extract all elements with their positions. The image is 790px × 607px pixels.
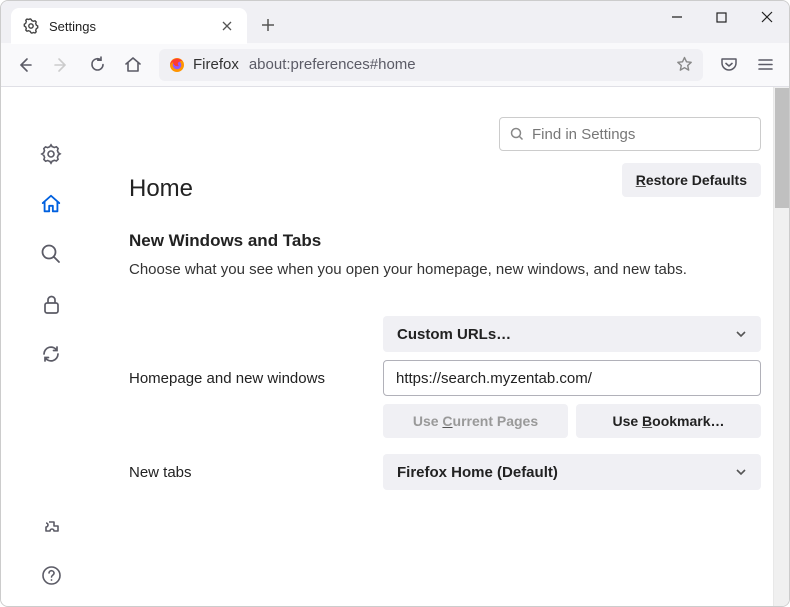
- newtabs-label: New tabs: [129, 464, 365, 481]
- search-sidebar-icon[interactable]: [40, 243, 62, 265]
- home-sidebar-icon[interactable]: [40, 193, 62, 215]
- dropdown-value: Firefox Home (Default): [397, 464, 558, 481]
- extensions-icon[interactable]: [40, 518, 62, 540]
- sync-icon[interactable]: [40, 343, 62, 365]
- window-controls: [654, 1, 789, 43]
- search-icon: [510, 127, 524, 141]
- close-tab-icon[interactable]: [219, 18, 235, 34]
- close-window-button[interactable]: [744, 1, 789, 33]
- section-description: Choose what you see when you open your h…: [129, 259, 761, 280]
- chevron-down-icon: [735, 466, 747, 478]
- pocket-button[interactable]: [713, 49, 745, 81]
- use-bookmark-button[interactable]: Use Bookmark…: [576, 404, 761, 438]
- chevron-down-icon: [735, 328, 747, 340]
- tab-label: Settings: [49, 19, 96, 34]
- back-button[interactable]: [9, 49, 41, 81]
- scrollbar-thumb[interactable]: [775, 88, 789, 208]
- url-text: about:preferences#home: [249, 56, 416, 73]
- homepage-url-input[interactable]: [383, 360, 761, 396]
- identity-label: Firefox: [193, 56, 239, 73]
- forward-button[interactable]: [45, 49, 77, 81]
- section-heading: New Windows and Tabs: [129, 231, 761, 251]
- restore-defaults-button[interactable]: Restore Defaults: [622, 163, 761, 197]
- privacy-icon[interactable]: [40, 293, 62, 315]
- tab-strip: Settings: [1, 1, 789, 43]
- newtabs-dropdown[interactable]: Firefox Home (Default): [383, 454, 761, 490]
- preferences-sidebar: [1, 87, 101, 606]
- help-icon[interactable]: [40, 564, 62, 586]
- search-placeholder: Find in Settings: [532, 126, 635, 143]
- identity-box: Firefox: [169, 56, 239, 73]
- app-menu-button[interactable]: [749, 49, 781, 81]
- gear-icon: [23, 18, 39, 34]
- new-tab-button[interactable]: [253, 10, 283, 40]
- homepage-label: Homepage and new windows: [129, 370, 365, 387]
- dropdown-value: Custom URLs…: [397, 326, 511, 343]
- content-area: Find in Settings Home Restore Defaults N…: [1, 87, 789, 606]
- settings-search[interactable]: Find in Settings: [499, 117, 761, 151]
- minimize-button[interactable]: [654, 1, 699, 33]
- maximize-button[interactable]: [699, 1, 744, 33]
- vertical-scrollbar[interactable]: [773, 87, 789, 606]
- toolbar: Firefox about:preferences#home: [1, 43, 789, 87]
- tab-settings[interactable]: Settings: [11, 8, 247, 44]
- general-icon[interactable]: [40, 143, 62, 165]
- reload-button[interactable]: [81, 49, 113, 81]
- preferences-main: Find in Settings Home Restore Defaults N…: [101, 87, 789, 606]
- bookmark-star-icon[interactable]: [676, 56, 693, 73]
- home-button[interactable]: [117, 49, 149, 81]
- url-bar[interactable]: Firefox about:preferences#home: [159, 49, 703, 81]
- firefox-icon: [169, 57, 185, 73]
- homepage-mode-dropdown[interactable]: Custom URLs…: [383, 316, 761, 352]
- use-current-pages-button[interactable]: Use Current Pages: [383, 404, 568, 438]
